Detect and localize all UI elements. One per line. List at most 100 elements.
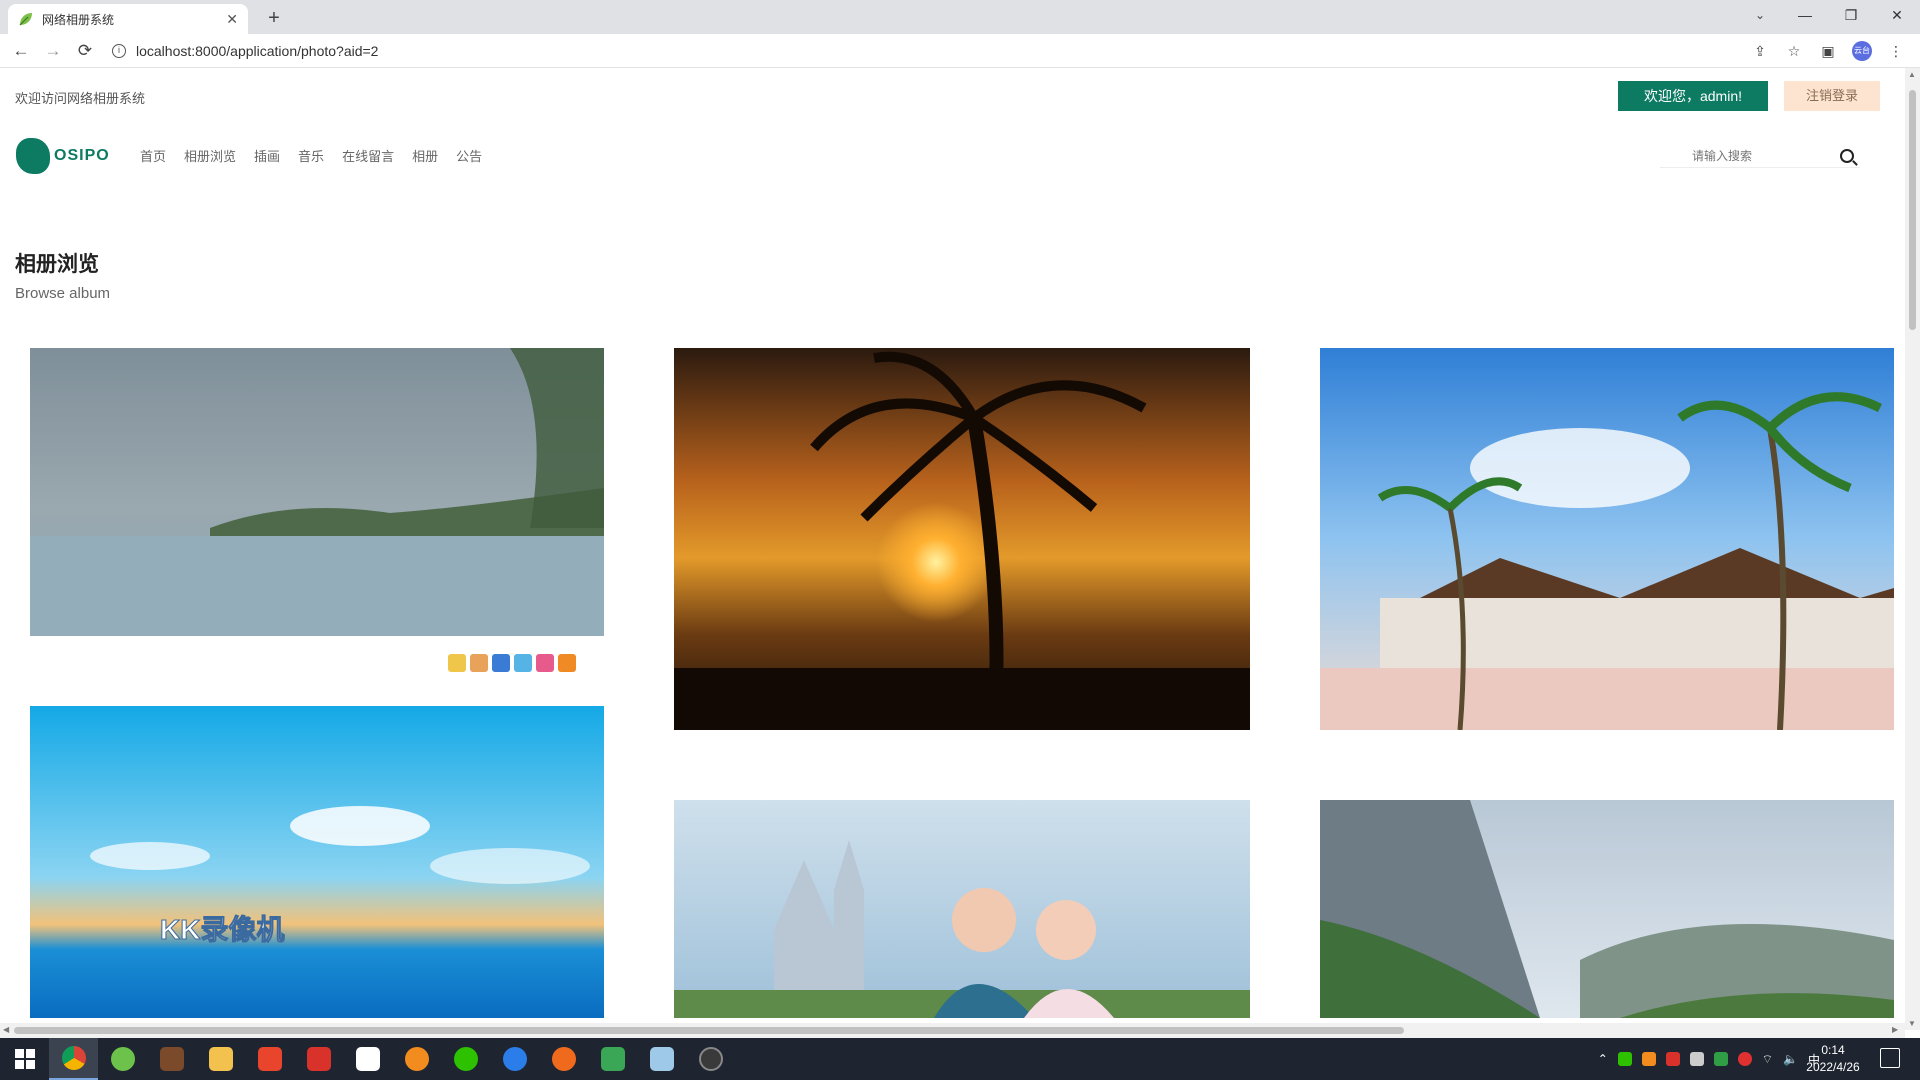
forward-arrow-icon[interactable]: → [40, 38, 66, 64]
vertical-scroll-thumb[interactable] [1909, 90, 1916, 330]
site-logo[interactable]: OSIPO [16, 136, 116, 176]
wps-icon [306, 1047, 331, 1071]
photo-card[interactable] [674, 348, 1250, 730]
window-close-button[interactable]: ✕ [1874, 0, 1920, 30]
photo-card[interactable] [674, 800, 1250, 1018]
notification-icon[interactable] [1880, 1048, 1900, 1068]
settings-app-icon [698, 1047, 723, 1071]
share-weibo-icon[interactable] [470, 654, 488, 672]
game-app-icon [159, 1047, 184, 1071]
nav-item-notice[interactable]: 公告 [456, 146, 482, 165]
reload-icon[interactable]: ⟳ [72, 38, 98, 64]
wifi-icon[interactable]: ⌔ [1762, 1052, 1773, 1067]
search-icon[interactable] [1840, 148, 1854, 163]
profile-avatar[interactable]: 云台 [1852, 41, 1872, 61]
search-input[interactable] [1660, 148, 1820, 163]
address-bar[interactable]: i localhost:8000/application/photo?aid=2 [112, 38, 1792, 64]
user-greeting-button[interactable]: 欢迎您，admin! [1618, 81, 1768, 111]
logout-button[interactable]: 注销登录 [1784, 81, 1880, 111]
tray-search-icon[interactable] [1641, 1052, 1656, 1066]
leaf-favicon-icon [18, 11, 34, 27]
share-pengyou-icon[interactable] [536, 654, 554, 672]
scroll-right-icon[interactable]: ▶ [1892, 1025, 1898, 1034]
nav-item-message[interactable]: 在线留言 [342, 146, 394, 165]
browser-toolbar: ← → ⟳ i localhost:8000/application/photo… [0, 34, 1920, 68]
bookmark-star-icon[interactable]: ☆ [1784, 41, 1804, 61]
scroll-up-icon[interactable]: ▲ [1908, 70, 1916, 79]
search-box [1660, 144, 1860, 168]
share-renren-icon[interactable] [492, 654, 510, 672]
browser-tab[interactable]: 网络相册系统 ✕ [8, 4, 248, 34]
scroll-down-icon[interactable]: ▼ [1908, 1019, 1916, 1028]
menu-kebab-icon[interactable]: ⋮ [1886, 41, 1906, 61]
taskbar-app-gear[interactable] [686, 1038, 735, 1080]
taskbar-search-app[interactable] [392, 1038, 441, 1080]
taskbar-file-explorer[interactable] [196, 1038, 245, 1080]
site-info-icon[interactable]: i [112, 44, 126, 58]
share-more-icon[interactable] [558, 654, 576, 672]
taskbar-app-notes[interactable] [637, 1038, 686, 1080]
tab-close-icon[interactable]: ✕ [226, 11, 238, 28]
new-tab-button[interactable]: + [260, 4, 288, 32]
tray-device-icon[interactable] [1689, 1052, 1704, 1066]
scroll-left-icon[interactable]: ◀ [3, 1025, 9, 1034]
nav-item-music[interactable]: 音乐 [298, 146, 324, 165]
blue-app-icon [502, 1047, 527, 1071]
photo-sea-image [30, 706, 604, 1018]
taskbar-chrome[interactable] [49, 1038, 98, 1080]
tray-wechat-icon[interactable] [1617, 1052, 1632, 1066]
section-title: 相册浏览 [15, 253, 99, 276]
nav-item-illustration[interactable]: 插画 [254, 146, 280, 165]
logo-text: OSIPO [54, 147, 110, 164]
photo-sunset-image [674, 348, 1250, 730]
page-viewport: 欢迎访问网络相册系统 欢迎您，admin! 注销登录 OSIPO 首页 相册浏览… [0, 68, 1905, 1018]
photo-card[interactable] [1320, 800, 1894, 1018]
photo-resort-image [1320, 348, 1894, 730]
taskbar-app-capture[interactable] [343, 1038, 392, 1080]
restore-button[interactable]: ❐ [1828, 0, 1874, 30]
tray-green-icon[interactable] [1713, 1052, 1728, 1066]
taskbar-app-orange[interactable] [539, 1038, 588, 1080]
taskbar-clock[interactable]: 0:14 2022/4/26 [1788, 1042, 1878, 1076]
nav-item-home[interactable]: 首页 [140, 146, 166, 165]
orange-app-icon [551, 1047, 576, 1071]
side-panel-icon[interactable]: ▣ [1818, 41, 1838, 61]
magnifier-app-icon [404, 1047, 429, 1071]
horizontal-scroll-thumb[interactable] [14, 1027, 1404, 1034]
share-tqq-icon[interactable] [514, 654, 532, 672]
taskbar-app-game[interactable] [147, 1038, 196, 1080]
tray-app-icon[interactable] [1737, 1052, 1752, 1066]
taskbar-wps[interactable] [294, 1038, 343, 1080]
red-app-icon [257, 1047, 282, 1071]
tab-search-chevron-icon[interactable]: ⌄ [1745, 0, 1775, 30]
taskbar-app-red[interactable] [245, 1038, 294, 1080]
photo-card[interactable] [1320, 348, 1894, 730]
windows-taskbar: ⌃ ⌔ 🔈 中 0:14 2022/4/26 [0, 1038, 1920, 1080]
taskbar-app-blue[interactable] [490, 1038, 539, 1080]
start-button[interactable] [0, 1038, 49, 1080]
taskbar-wechat[interactable] [441, 1038, 490, 1080]
system-tray: ⌃ ⌔ 🔈 中 [1598, 1038, 1820, 1080]
share-icon[interactable]: ⇪ [1750, 41, 1770, 61]
photo-lake-image [30, 348, 604, 636]
url-text: localhost:8000/application/photo?aid=2 [136, 43, 379, 59]
nav-item-browse[interactable]: 相册浏览 [184, 146, 236, 165]
back-arrow-icon[interactable]: ← [8, 38, 34, 64]
logo-mark-icon [16, 138, 50, 174]
nav-item-album[interactable]: 相册 [412, 146, 438, 165]
share-qzone-icon[interactable] [448, 654, 466, 672]
tray-wps-icon[interactable] [1665, 1052, 1680, 1066]
vertical-scrollbar[interactable]: ▲ ▼ [1905, 68, 1920, 1030]
taskbar-app-green-doc[interactable] [588, 1038, 637, 1080]
welcome-text: 欢迎访问网络相册系统 [15, 91, 146, 106]
section-subtitle: Browse album [15, 285, 111, 302]
tray-expand-chevron-icon[interactable]: ⌃ [1598, 1052, 1608, 1066]
windows-logo-icon [14, 1049, 35, 1069]
photo-card[interactable]: KK录像机 [30, 706, 604, 1018]
minimize-button[interactable]: — [1782, 0, 1828, 30]
taskbar-app-leaf[interactable] [98, 1038, 147, 1080]
photo-mountain-image [1320, 800, 1894, 1018]
share-bar [448, 654, 576, 672]
photo-card[interactable] [30, 348, 604, 636]
horizontal-scrollbar[interactable]: ◀ ▶ [0, 1023, 1905, 1038]
